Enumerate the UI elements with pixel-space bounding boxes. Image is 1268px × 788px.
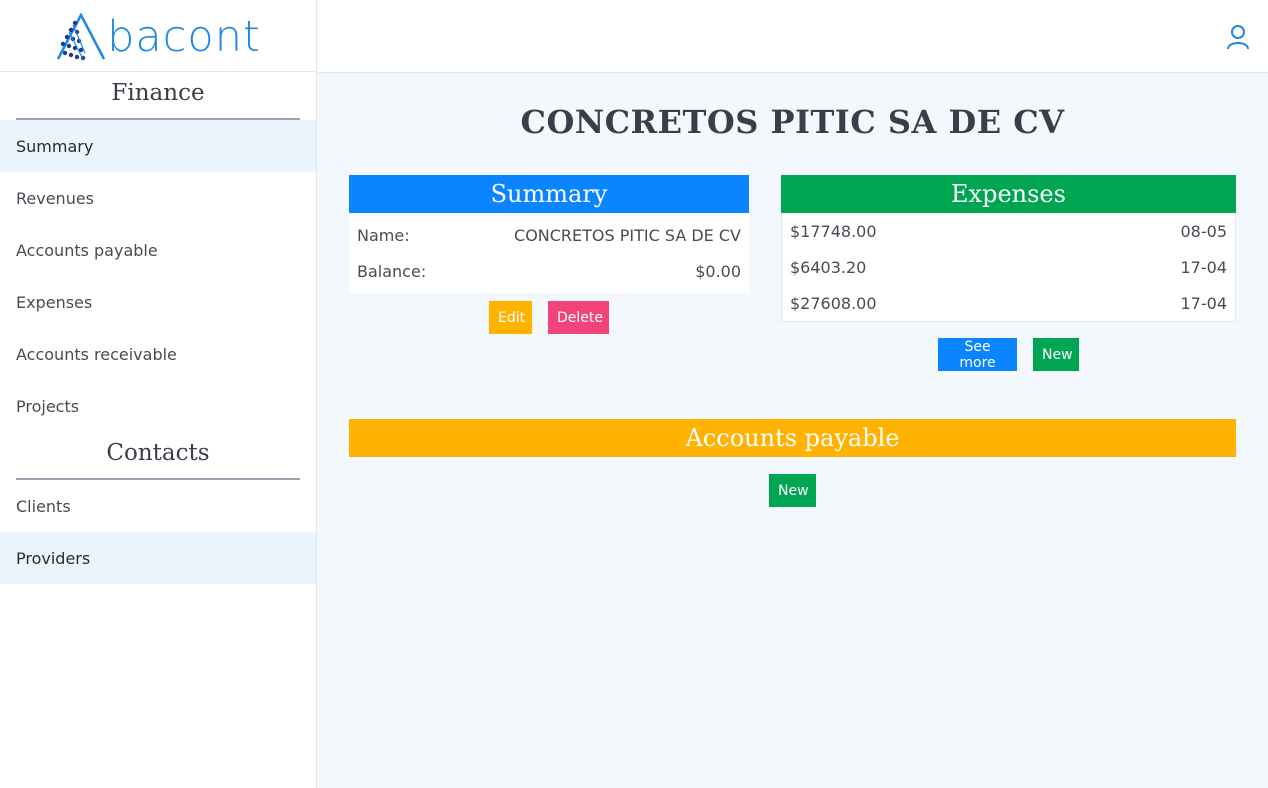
sidebar-item-accounts-payable[interactable]: Accounts payable: [0, 224, 316, 276]
finance-section-title: Finance: [16, 72, 300, 120]
main-content: CONCRETOS PITIC SA DE CV Summary Name: C…: [317, 73, 1268, 788]
expense-amount: $6403.20: [790, 257, 867, 277]
contacts-section-title: Contacts: [16, 432, 300, 480]
expense-date: 17-04: [1180, 293, 1228, 313]
sidebar-item-clients[interactable]: Clients: [0, 480, 316, 532]
expenses-card: Expenses $17748.00 08-05 $6403.20 17-04 …: [781, 175, 1236, 322]
summary-card-header: Summary: [349, 175, 749, 213]
expense-date: 08-05: [1180, 221, 1228, 241]
summary-card-body: Name: CONCRETOS PITIC SA DE CV Balance: …: [349, 213, 749, 293]
summary-card: Summary Name: CONCRETOS PITIC SA DE CV B…: [349, 175, 749, 293]
brand-name: bacont: [107, 11, 261, 62]
sidebar-item-summary[interactable]: Summary: [0, 120, 316, 172]
page-title: CONCRETOS PITIC SA DE CV: [520, 103, 1065, 141]
logo[interactable]: bacont: [0, 0, 316, 72]
expenses-card-header: Expenses: [781, 175, 1236, 213]
sidebar-item-revenues[interactable]: Revenues: [0, 172, 316, 224]
new-expense-button[interactable]: New: [1033, 338, 1079, 371]
accounts-payable-header: Accounts payable: [349, 419, 1236, 457]
expense-row[interactable]: $6403.20 17-04: [790, 249, 1227, 285]
sidebar-item-accounts-receivable[interactable]: Accounts receivable: [0, 328, 316, 380]
summary-row-name: Name: CONCRETOS PITIC SA DE CV: [357, 217, 741, 253]
summary-row-label: Name:: [357, 225, 410, 245]
top-bar: [317, 0, 1268, 73]
summary-row-value: CONCRETOS PITIC SA DE CV: [514, 225, 741, 245]
expense-amount: $27608.00: [790, 293, 877, 313]
see-more-expenses-button[interactable]: See more: [938, 338, 1017, 371]
sidebar: bacont Finance Summary Revenues Accounts…: [0, 0, 317, 788]
expense-row[interactable]: $17748.00 08-05: [790, 213, 1227, 249]
expense-date: 17-04: [1180, 257, 1228, 277]
sidebar-item-providers[interactable]: Providers: [0, 532, 316, 584]
summary-row-balance: Balance: $0.00: [357, 253, 741, 289]
expenses-list: $17748.00 08-05 $6403.20 17-04 $27608.00…: [781, 213, 1236, 322]
sidebar-item-expenses[interactable]: Expenses: [0, 276, 316, 328]
sidebar-item-projects[interactable]: Projects: [0, 380, 316, 432]
expense-amount: $17748.00: [790, 221, 877, 241]
summary-row-value: $0.00: [695, 261, 741, 281]
edit-button[interactable]: Edit: [489, 301, 532, 334]
expense-row[interactable]: $27608.00 17-04: [790, 285, 1227, 321]
new-account-payable-button[interactable]: New: [769, 474, 816, 507]
user-icon[interactable]: [1226, 24, 1250, 50]
summary-row-label: Balance:: [357, 261, 427, 281]
abacont-logo-icon: [57, 12, 106, 60]
delete-button[interactable]: Delete: [548, 301, 609, 334]
